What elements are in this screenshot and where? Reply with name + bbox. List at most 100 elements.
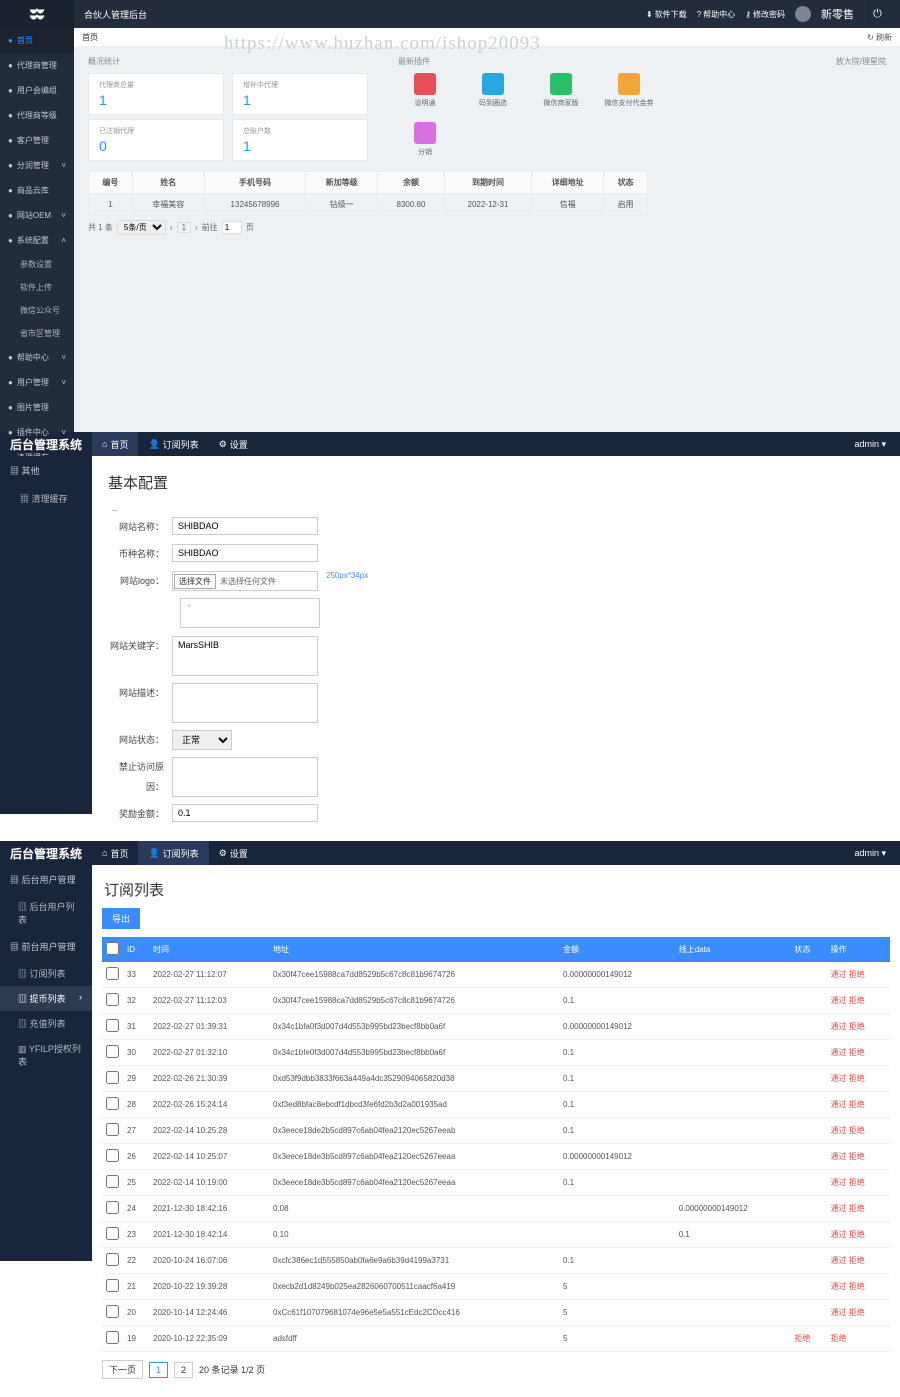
sidebar-item[interactable]: ●用户会编组 xyxy=(0,78,74,103)
export-button[interactable]: 导出 xyxy=(102,908,140,929)
page-size-select[interactable]: 5条/页 xyxy=(117,220,166,235)
row-checkbox[interactable] xyxy=(106,1149,119,1162)
logo-file-input[interactable]: 选择文件未选择任何文件 xyxy=(172,571,318,591)
p3-main: 订阅列表 导出 ID时间地址金额线上data状态操作 332022-02-27 … xyxy=(92,865,900,1397)
sidebar-item[interactable]: ●图片管理 xyxy=(0,395,74,420)
row-action[interactable]: 通过 拒绝 xyxy=(830,1230,864,1239)
row-action[interactable]: 拒绝 xyxy=(830,1334,846,1343)
sidebar-subitem[interactable]: ▥ 后台用户列表 xyxy=(0,894,92,932)
row-checkbox[interactable] xyxy=(106,1279,119,1292)
sidebar-item[interactable]: ●客户管理 xyxy=(0,128,74,153)
pager-page-2[interactable]: 2 xyxy=(174,1362,193,1378)
sidebar-item[interactable]: ▦ 后台用户管理 xyxy=(0,865,92,894)
plugin-item[interactable]: 分销 xyxy=(398,122,452,157)
breadcrumb-text[interactable]: 首页 xyxy=(82,32,98,43)
menu-icon: ● xyxy=(8,353,13,362)
sidebar-subitem[interactable]: ▦ 清理缓存 xyxy=(0,485,92,512)
tab[interactable]: ⌂首页 xyxy=(92,841,138,865)
row-action[interactable]: 通过 拒绝 xyxy=(830,1308,864,1317)
p3-brand: 后台管理系统 xyxy=(0,845,92,862)
keywords-input[interactable]: MarsSHIB xyxy=(172,636,318,676)
row-action[interactable]: 通过 拒绝 xyxy=(830,1048,864,1057)
coin-name-input[interactable] xyxy=(172,544,318,562)
sidebar-subitem[interactable]: ▥ 充值列表 xyxy=(0,1011,92,1036)
refresh-link[interactable]: ↻ 刷新 xyxy=(867,32,892,43)
row-action[interactable]: 通过 拒绝 xyxy=(830,1178,864,1187)
row-action[interactable]: 通过 拒绝 xyxy=(830,1256,864,1265)
status-select[interactable]: 正常 xyxy=(172,730,232,750)
pager-goto-input[interactable] xyxy=(222,221,242,234)
sidebar-item[interactable]: ●帮助中心˅ xyxy=(0,345,74,370)
row-checkbox[interactable] xyxy=(106,993,119,1006)
tab[interactable]: ⌂首页 xyxy=(92,432,138,456)
row-checkbox[interactable] xyxy=(106,1019,119,1032)
sidebar-item[interactable]: ▦ 前台用户管理 xyxy=(0,932,92,961)
link-download[interactable]: ⬇ 软件下载 xyxy=(646,9,687,20)
link-help[interactable]: ? 帮助中心 xyxy=(697,9,735,20)
row-checkbox[interactable] xyxy=(106,1097,119,1110)
row-action[interactable]: 通过 拒绝 xyxy=(830,1152,864,1161)
tab[interactable]: ⚙设置 xyxy=(209,432,258,456)
sidebar-subitem[interactable]: ▥ YFILP授权列表 xyxy=(0,1036,92,1074)
sidebar-item[interactable]: ●用户管理˅ xyxy=(0,370,74,395)
tab[interactable]: 👤订阅列表 xyxy=(138,841,208,865)
tab[interactable]: ⚙设置 xyxy=(209,841,258,865)
plugin-item[interactable]: 微信支付代金券 xyxy=(602,73,656,108)
p2-user[interactable]: admin ▾ xyxy=(854,439,900,450)
menu-icon: ● xyxy=(8,236,13,245)
agent-table: 编号姓名手机号码新加等级余额到期时间详细地址状态1幸福美容13245678996… xyxy=(88,171,648,239)
pager-next[interactable]: › xyxy=(195,223,198,232)
row-action[interactable]: 通过 拒绝 xyxy=(830,1282,864,1291)
logout-icon[interactable]: ⏻ xyxy=(864,0,890,28)
pager-prev[interactable]: ‹ xyxy=(170,223,173,232)
row-checkbox[interactable] xyxy=(106,1123,119,1136)
intro-input[interactable] xyxy=(172,683,318,723)
row-checkbox[interactable] xyxy=(106,967,119,980)
row-checkbox[interactable] xyxy=(106,1071,119,1084)
plugin-item[interactable]: 微信商家版 xyxy=(534,73,588,108)
sidebar-item[interactable]: ●网站OEM˅ xyxy=(0,203,74,228)
p3-user[interactable]: admin ▾ xyxy=(854,848,900,859)
sidebar-subitem[interactable]: 微信公众号 xyxy=(0,299,74,322)
sidebar-item[interactable]: ●系统配置˄ xyxy=(0,228,74,253)
row-checkbox[interactable] xyxy=(106,1305,119,1318)
username[interactable]: 新零售 xyxy=(821,6,854,22)
row-checkbox[interactable] xyxy=(106,1253,119,1266)
row-action[interactable]: 通过 拒绝 xyxy=(830,1204,864,1213)
tab[interactable]: 👤订阅列表 xyxy=(138,432,208,456)
avatar[interactable] xyxy=(795,6,811,22)
sidebar-subitem[interactable]: 软件上传 xyxy=(0,276,74,299)
sidebar-item[interactable]: ●代理商等级 xyxy=(0,103,74,128)
row-checkbox[interactable] xyxy=(106,1175,119,1188)
row-action[interactable]: 通过 拒绝 xyxy=(830,1126,864,1135)
row-action[interactable]: 通过 拒绝 xyxy=(830,1100,864,1109)
sidebar-item[interactable]: ▦ 其他 xyxy=(0,456,92,485)
sidebar-subitem[interactable]: ▥ 订阅列表 xyxy=(0,961,92,986)
plugin-item[interactable]: 码到圈选 xyxy=(466,73,520,108)
sidebar-subitem[interactable]: 省市区管理 xyxy=(0,322,74,345)
forbid-reason-input[interactable] xyxy=(172,757,318,797)
pager-page-1[interactable]: 1 xyxy=(149,1362,168,1378)
row-action[interactable]: 通过 拒绝 xyxy=(830,1022,864,1031)
reward-input[interactable] xyxy=(172,804,318,822)
row-checkbox[interactable] xyxy=(106,1201,119,1214)
row-action[interactable]: 通过 拒绝 xyxy=(830,996,864,1005)
link-password[interactable]: ⚷ 修改密码 xyxy=(745,9,785,20)
row-action[interactable]: 通过 拒绝 xyxy=(830,970,864,979)
row-checkbox[interactable] xyxy=(106,1227,119,1240)
row-checkbox[interactable] xyxy=(106,1331,119,1344)
sidebar-item[interactable]: ●代理商管理 xyxy=(0,53,74,78)
row-action[interactable]: 通过 拒绝 xyxy=(830,1074,864,1083)
sidebar-item[interactable]: ●分润管理˅ xyxy=(0,153,74,178)
row-checkbox[interactable] xyxy=(106,1045,119,1058)
plugin-item[interactable]: 设明通 xyxy=(398,73,452,108)
sidebar-item[interactable]: ●商品云库 xyxy=(0,178,74,203)
menu-icon: ● xyxy=(8,111,13,120)
pager-next[interactable]: 下一页 xyxy=(102,1360,143,1379)
sidebar-item[interactable]: ●首页 xyxy=(0,28,74,53)
select-all-checkbox[interactable] xyxy=(106,942,119,955)
sidebar-subitem[interactable]: ▥ 提币列表› xyxy=(0,986,92,1011)
table-row: 302022-02-27 01:32:100x34c1bfe0f3d007d4d… xyxy=(102,1040,890,1066)
sidebar-subitem[interactable]: 参数设置 xyxy=(0,253,74,276)
site-name-input[interactable] xyxy=(172,517,318,535)
